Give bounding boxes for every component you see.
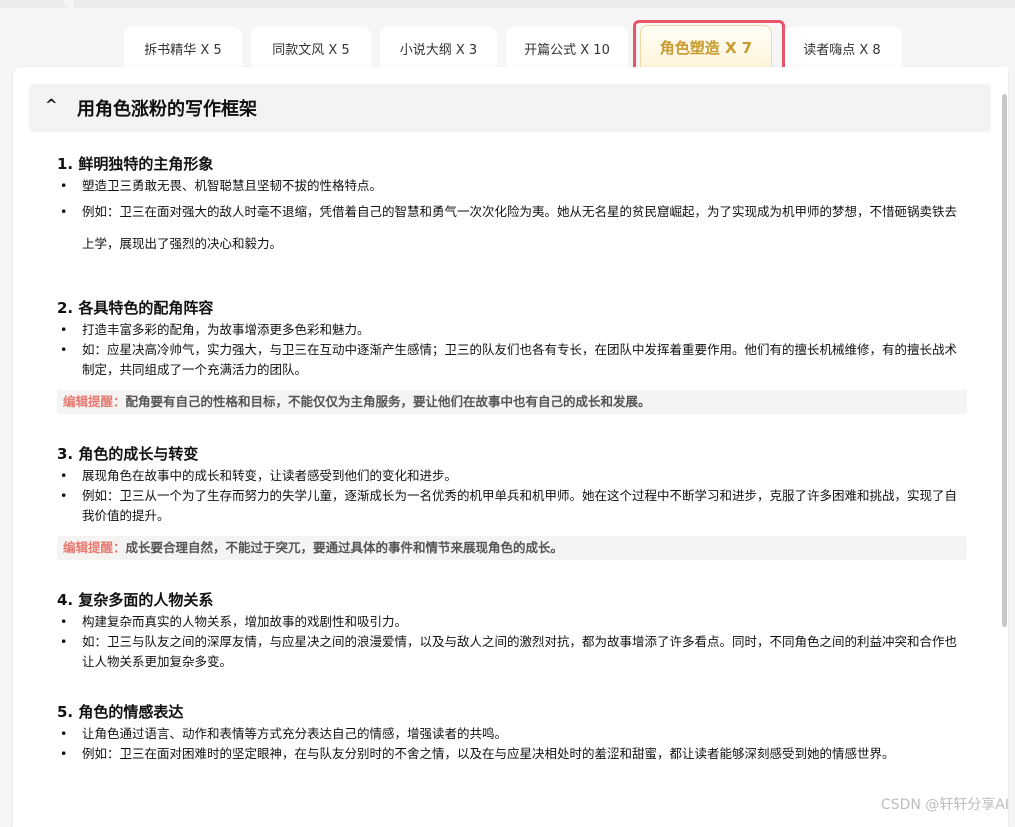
editor-note: 编辑提醒：成长要合理自然，不能过于突兀，要通过具体的事件和情节来展现角色的成长。: [57, 536, 967, 560]
bullet-text: 塑造卫三勇敢无畏、机智聪慧且坚韧不拔的性格特点。: [57, 176, 967, 196]
editor-note: 编辑提醒：配角要有自己的性格和目标，不能仅仅为主角服务，要让他们在故事中也有自己…: [57, 390, 967, 414]
item-title: 1. 鲜明独特的主角形象: [57, 155, 214, 173]
bullet-text: 打造丰富多彩的配角，为故事增添更多色彩和魅力。: [57, 320, 967, 340]
bullet-text: 例如：卫三在面对困难时的坚定眼神，在与队友分别时的不舍之情，以及在与应星决相处时…: [57, 744, 967, 764]
tab-book-digest[interactable]: 拆书精华 X 5: [124, 27, 242, 69]
bullet-text: 如：应星决高冷帅气，实力强大，与卫三在互动中逐渐产生感情；卫三的队友们也各有专长…: [57, 340, 967, 380]
section-title: 用角色涨粉的写作框架: [77, 99, 257, 120]
note-label: 编辑提醒：: [63, 394, 126, 409]
note-text: 配角要有自己的性格和目标，不能仅仅为主角服务，要让他们在故事中也有自己的成长和发…: [125, 394, 651, 409]
tab-reader-highlights[interactable]: 读者嗨点 X 8: [782, 27, 902, 69]
bullet-text: 构建复杂而真实的人物关系，增加故事的戏剧性和吸引力。: [57, 612, 967, 632]
watermark: CSDN @轩轩分享AI: [880, 797, 1009, 813]
tab-writing-style[interactable]: 同款文风 X 5: [251, 27, 371, 69]
list-item: 4. 复杂多面的人物关系 构建复杂而真实的人物关系，增加故事的戏剧性和吸引力。 …: [57, 590, 967, 672]
tab-character-building[interactable]: 角色塑造 X 7: [640, 25, 772, 69]
bullet-text: 例如：卫三在面对强大的敌人时毫不退缩，凭借着自己的智慧和勇气一次次化险为夷。她从…: [57, 196, 967, 260]
item-title: 4. 复杂多面的人物关系: [57, 591, 214, 609]
item-title: 2. 各具特色的配角阵容: [57, 299, 214, 317]
item-title: 5. 角色的情感表达: [57, 703, 184, 721]
bullet-text: 让角色通过语言、动作和表情等方式充分表达自己的情感，增强读者的共鸣。: [57, 724, 967, 744]
collapse-caret-icon[interactable]: ^: [45, 96, 58, 114]
tab-novel-outline[interactable]: 小说大纲 X 3: [380, 27, 497, 69]
scrollbar-thumb[interactable]: [1002, 94, 1007, 627]
list-item: 3. 角色的成长与转变 展现角色在故事中的成长和转变，让读者感受到他们的变化和进…: [57, 444, 967, 560]
top-strip: [0, 0, 1015, 8]
section-header[interactable]: ^ 用角色涨粉的写作框架: [29, 84, 991, 132]
note-text: 成长要合理自然，不能过于突兀，要通过具体的事件和情节来展现角色的成长。: [125, 540, 564, 555]
bullet-text: 例如：卫三从一个为了生存而努力的失学儿童，逐渐成长为一名优秀的机甲单兵和机甲师。…: [57, 486, 967, 526]
section-body: 1. 鲜明独特的主角形象 塑造卫三勇敢无畏、机智聪慧且坚韧不拔的性格特点。 例如…: [57, 154, 967, 764]
item-title: 3. 角色的成长与转变: [57, 445, 199, 463]
scrollbar-track[interactable]: [1001, 67, 1008, 827]
note-label: 编辑提醒：: [63, 540, 126, 555]
list-item: 2. 各具特色的配角阵容 打造丰富多彩的配角，为故事增添更多色彩和魅力。 如：应…: [57, 298, 967, 414]
bullet-text: 如：卫三与队友之间的深厚友情，与应星决之间的浪漫爱情，以及与敌人之间的激烈对抗，…: [57, 632, 967, 672]
list-item: 5. 角色的情感表达 让角色通过语言、动作和表情等方式充分表达自己的情感，增强读…: [57, 702, 967, 764]
content-panel: ^ 用角色涨粉的写作框架 1. 鲜明独特的主角形象 塑造卫三勇敢无畏、机智聪慧且…: [13, 67, 1008, 827]
bullet-text: 展现角色在故事中的成长和转变，让读者感受到他们的变化和进步。: [57, 466, 967, 486]
tab-opening-formula[interactable]: 开篇公式 X 10: [506, 27, 628, 69]
list-item: 1. 鲜明独特的主角形象 塑造卫三勇敢无畏、机智聪慧且坚韧不拔的性格特点。 例如…: [57, 154, 967, 260]
